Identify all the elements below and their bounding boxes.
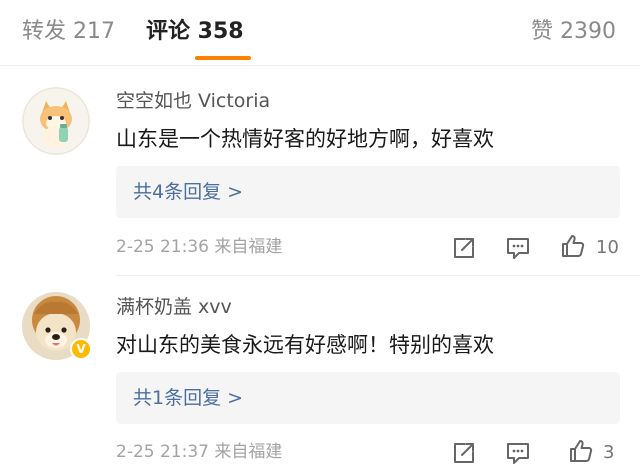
replies-label: 共1条回复 > [133, 387, 244, 409]
comment-meta: 2-25 21:36 来自福建 [116, 237, 283, 257]
comment-tabs-bar: 转发 217 评论 358 赞 2390 [0, 0, 640, 66]
comment-meta: 2-25 21:37 来自福建 [116, 442, 283, 462]
tab-comment[interactable]: 评论 358 [146, 17, 244, 47]
replies-label: 共4条回复 > [133, 181, 244, 203]
view-replies-button[interactable]: 共4条回复 > [116, 166, 620, 218]
cat-avatar-icon[interactable] [22, 87, 90, 155]
reply-icon[interactable] [505, 440, 531, 466]
like-count: 3 [603, 442, 615, 463]
share-icon[interactable] [451, 440, 477, 466]
comment-text: 对山东的美食永远有好感啊！特别的喜欢 [116, 333, 494, 357]
verified-badge: V [70, 338, 92, 360]
view-replies-button[interactable]: 共1条回复 > [116, 372, 620, 424]
comment-text: 山东是一个热情好客的好地方啊，好喜欢 [116, 127, 494, 151]
thumbs-up-icon[interactable] [568, 438, 594, 464]
share-icon[interactable] [451, 235, 477, 261]
tab-like[interactable]: 赞 2390 [531, 17, 616, 47]
comment-author[interactable]: 空空如也 Victoria [116, 88, 270, 114]
comment-author[interactable]: 满杯奶盖 xvv [116, 294, 232, 320]
tab-repost[interactable]: 转发 217 [22, 17, 115, 47]
active-tab-indicator [195, 56, 251, 60]
comment-divider [116, 275, 640, 276]
like-count: 10 [596, 237, 619, 258]
reply-icon[interactable] [505, 235, 531, 261]
thumbs-up-icon[interactable] [560, 233, 586, 259]
